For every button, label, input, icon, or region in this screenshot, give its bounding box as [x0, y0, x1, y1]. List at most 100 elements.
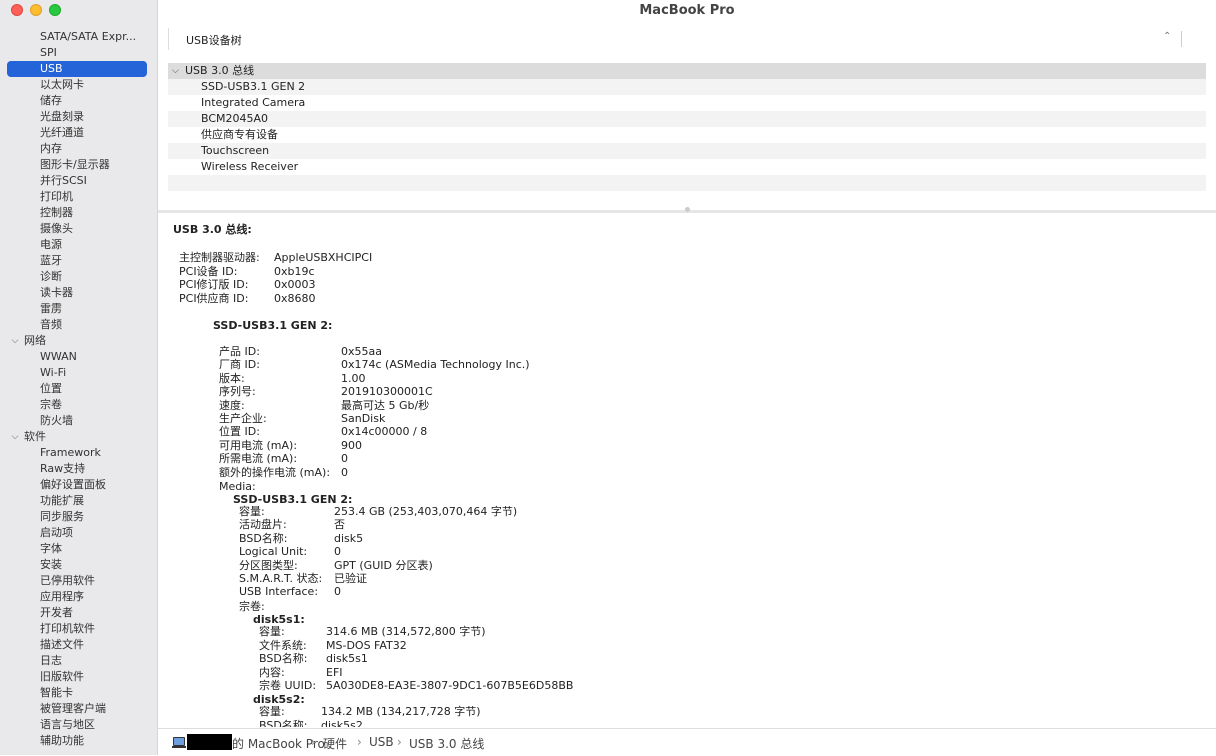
- sidebar-item[interactable]: WWAN: [40, 349, 77, 365]
- field-key: 容量:: [239, 505, 265, 518]
- field-value: 0xb19c: [274, 264, 315, 278]
- zoom-icon[interactable]: [49, 4, 61, 16]
- field-key: PCI供应商 ID:: [179, 291, 249, 305]
- split-handle[interactable]: [685, 207, 690, 212]
- sidebar-item[interactable]: 功能扩展: [40, 493, 84, 509]
- field-key: BSD名称:: [259, 652, 308, 665]
- sidebar-item[interactable]: 描述文件: [40, 637, 84, 653]
- sidebar-item[interactable]: 光盘刻录: [40, 109, 84, 125]
- tree-row-label: Integrated Camera: [201, 96, 306, 109]
- divider: [1181, 31, 1182, 47]
- volumes-label: 宗卷:: [239, 600, 265, 613]
- field-value: 0x0003: [274, 278, 316, 291]
- window-title: MacBook Pro: [639, 3, 735, 18]
- field-value: 900: [341, 438, 362, 452]
- field-key: 产品 ID:: [219, 345, 260, 358]
- chevron-down-icon[interactable]: ⌵: [10, 429, 20, 445]
- sidebar-item[interactable]: 雷雳: [40, 301, 62, 317]
- field-value: 否: [334, 518, 345, 532]
- sidebar-item[interactable]: 同步服务: [40, 509, 84, 525]
- sidebar-item[interactable]: Framework: [40, 445, 101, 461]
- field-key: 容量:: [259, 625, 285, 638]
- breadcrumb-item[interactable]: 硬件: [323, 735, 347, 752]
- sidebar-item[interactable]: 宗卷: [40, 397, 62, 413]
- breadcrumb-item[interactable]: USB: [369, 735, 394, 749]
- sidebar-item[interactable]: 被管理客户端: [40, 701, 106, 717]
- sidebar-item[interactable]: 开发者: [40, 605, 73, 621]
- sidebar-item[interactable]: 蓝牙: [40, 253, 62, 269]
- sidebar-group-software[interactable]: 软件: [24, 429, 46, 445]
- sidebar-item[interactable]: 诊断: [40, 269, 62, 285]
- sidebar-item[interactable]: 安装: [40, 557, 62, 573]
- sidebar-item[interactable]: 光纤通道: [40, 125, 84, 141]
- field-value: SanDisk: [341, 412, 386, 425]
- sidebar-item[interactable]: 图形卡/显示器: [40, 157, 110, 173]
- tree-row-empty: [168, 175, 1206, 191]
- field-key: USB Interface:: [239, 585, 319, 599]
- field-key: 额外的操作电流 (mA):: [219, 465, 331, 479]
- sidebar-item[interactable]: 读卡器: [40, 285, 73, 301]
- field-key: 容量:: [259, 705, 285, 718]
- tree-row-device[interactable]: Wireless Receiver: [168, 159, 1206, 175]
- tree-row-bus[interactable]: ⌵ USB 3.0 总线: [168, 63, 1206, 79]
- sidebar: SATA/SATA Expr... SPI USB 以太网卡 储存 光盘刻录 光纤通道 内存图…: [0, 0, 158, 755]
- sidebar-item[interactable]: Wi-Fi: [40, 365, 66, 381]
- sidebar-item[interactable]: 已停用软件: [40, 573, 95, 589]
- sidebar-item[interactable]: 日志: [40, 653, 62, 669]
- sidebar-item[interactable]: SPI: [40, 45, 57, 61]
- sidebar-item[interactable]: 电源: [40, 237, 62, 253]
- field-key: BSD名称:: [259, 718, 308, 728]
- sidebar-item[interactable]: 打印机: [40, 189, 73, 205]
- breadcrumb-separator: ›: [357, 735, 362, 749]
- tree-row-label: USB 3.0 总线: [185, 64, 255, 77]
- field-value: 已验证: [334, 572, 367, 585]
- field-key: 版本:: [219, 371, 245, 385]
- field-value: 0: [334, 545, 341, 559]
- sidebar-group-network[interactable]: 网络: [24, 333, 46, 349]
- chevron-up-icon[interactable]: ⌃: [1163, 31, 1171, 42]
- field-key: BSD名称:: [239, 531, 288, 545]
- sidebar-item[interactable]: 语言与地区: [40, 717, 95, 733]
- sidebar-item[interactable]: 防火墙: [40, 413, 73, 429]
- sidebar-item[interactable]: 启动项: [40, 525, 73, 541]
- sidebar-item[interactable]: 音频: [40, 317, 62, 333]
- sidebar-item[interactable]: 偏好设置面板: [40, 477, 106, 493]
- sidebar-item[interactable]: 应用程序: [40, 589, 84, 605]
- field-value: 0: [341, 465, 348, 479]
- sidebar-item[interactable]: 控制器: [40, 205, 73, 221]
- tree-row-device[interactable]: BCM2045A0: [168, 111, 1206, 127]
- field-value: MS-DOS FAT32: [326, 638, 407, 652]
- sidebar-item[interactable]: 智能卡: [40, 685, 73, 701]
- sidebar-item[interactable]: 辅助功能: [40, 733, 84, 749]
- tree-row-device[interactable]: 供应商专有设备: [168, 127, 1206, 143]
- tree-row-device[interactable]: Integrated Camera: [168, 95, 1206, 111]
- sidebar-item[interactable]: 并行SCSI: [40, 173, 87, 189]
- field-value: 314.6 MB (314,572,800 字节): [326, 625, 486, 638]
- sidebar-item[interactable]: 储存: [40, 93, 62, 109]
- sidebar-item[interactable]: USB: [7, 61, 147, 77]
- tree-row-label: Touchscreen: [201, 144, 270, 157]
- field-key: 文件系统:: [259, 638, 307, 652]
- sidebar-item[interactable]: Raw支持: [40, 461, 85, 477]
- field-value: AppleUSBXHCIPCI: [274, 251, 373, 264]
- sidebar-item[interactable]: 打印机软件: [40, 621, 95, 637]
- field-value: 最高可达 5 Gb/秒: [341, 398, 430, 412]
- sidebar-item[interactable]: 字体: [40, 541, 62, 557]
- chevron-down-icon[interactable]: ⌵: [10, 333, 20, 349]
- sidebar-item[interactable]: SATA/SATA Expr...: [40, 29, 136, 45]
- tree-row-device[interactable]: SSD-USB3.1 GEN 2: [168, 79, 1206, 95]
- minimize-icon[interactable]: [30, 4, 42, 16]
- close-icon[interactable]: [11, 4, 23, 16]
- sidebar-item[interactable]: 位置: [40, 381, 62, 397]
- sidebar-item[interactable]: 以太网卡: [40, 77, 84, 93]
- sidebar-item[interactable]: 旧版软件: [40, 669, 84, 685]
- chevron-down-icon[interactable]: ⌵: [172, 63, 179, 79]
- field-key: 厂商 ID:: [219, 358, 260, 372]
- breadcrumb-item[interactable]: USB 3.0 总线: [409, 735, 484, 752]
- tree-header-label: USB设备树: [186, 34, 242, 47]
- tree-row-device[interactable]: Touchscreen: [168, 143, 1206, 159]
- field-value: 5A030DE8-EA3E-3807-9DC1-607B5E6D58BB: [326, 679, 574, 692]
- sidebar-item[interactable]: 摄像头: [40, 221, 73, 237]
- sidebar-item[interactable]: 内存: [40, 141, 62, 157]
- field-value: disk5s2: [321, 718, 363, 728]
